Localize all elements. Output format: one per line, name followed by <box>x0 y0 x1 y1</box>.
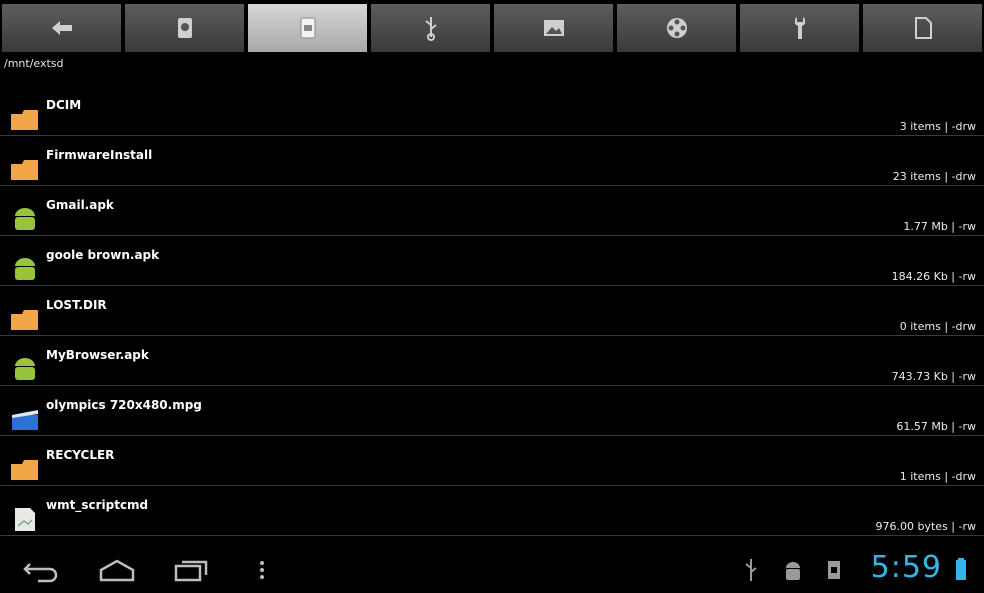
file-name: Gmail.apk <box>46 198 114 212</box>
file-list: DCIM 3 items | -drw FirmwareInstall 23 i… <box>0 86 984 536</box>
sd-card-active-icon <box>300 17 315 39</box>
file-name: wmt_scriptcmd <box>46 498 149 512</box>
folder-icon <box>11 110 38 130</box>
sd-card-icon <box>177 18 192 38</box>
folder-icon <box>11 160 38 180</box>
back-icon[interactable] <box>22 556 60 584</box>
file-name: goole brown.apk <box>46 248 160 262</box>
folder-icon <box>11 310 38 330</box>
file-meta: 0 items | -drw <box>899 320 976 333</box>
file-name: DCIM <box>46 98 82 112</box>
list-item[interactable]: goole brown.apk 184.26 Kb | -rw <box>0 236 984 286</box>
usb-status-icon <box>745 559 757 581</box>
tab-images[interactable] <box>492 4 615 52</box>
file-meta: 1.77 Mb | -rw <box>903 220 976 233</box>
current-path: /mnt/extsd <box>4 57 64 70</box>
file-name: MyBrowser.apk <box>46 348 149 362</box>
android-icon <box>15 358 35 380</box>
file-meta: 3 items | -drw <box>899 120 976 133</box>
overflow-menu-icon[interactable] <box>257 556 267 584</box>
tab-sd-card[interactable] <box>246 4 369 52</box>
list-item[interactable]: RECYCLER 1 items | -drw <box>0 436 984 486</box>
back-arrow-icon <box>51 21 72 35</box>
file-meta: 976.00 bytes | -rw <box>875 520 976 533</box>
film-reel-icon <box>666 18 687 38</box>
tab-videos[interactable] <box>615 4 738 52</box>
list-item[interactable]: olympics 720x480.mpg 61.57 Mb | -rw <box>0 386 984 436</box>
battery-icon <box>956 558 966 580</box>
android-icon <box>15 258 35 280</box>
file-name: LOST.DIR <box>46 298 107 312</box>
home-icon[interactable] <box>98 556 136 584</box>
file-meta: 1 items | -drw <box>899 470 976 483</box>
list-item[interactable]: MyBrowser.apk 743.73 Kb | -rw <box>0 336 984 386</box>
list-item[interactable]: wmt_scriptcmd 976.00 bytes | -rw <box>0 486 984 536</box>
usb-icon <box>424 17 437 41</box>
recent-apps-icon[interactable] <box>172 556 210 584</box>
tab-tools[interactable] <box>738 4 861 52</box>
tab-internal-storage[interactable] <box>123 4 246 52</box>
file-meta: 23 items | -drw <box>892 170 976 183</box>
file-meta: 184.26 Kb | -rw <box>891 270 976 283</box>
list-item[interactable]: DCIM 3 items | -drw <box>0 86 984 136</box>
file-meta: 61.57 Mb | -rw <box>896 420 976 433</box>
document-icon <box>914 17 932 39</box>
tab-back[interactable] <box>0 4 123 52</box>
android-icon <box>15 208 35 230</box>
tab-documents[interactable] <box>861 4 984 52</box>
file-meta: 743.73 Kb | -rw <box>891 370 976 383</box>
list-item[interactable]: LOST.DIR 0 items | -drw <box>0 286 984 336</box>
wrench-icon <box>794 17 805 39</box>
file-name: olympics 720x480.mpg <box>46 398 202 412</box>
toolbar <box>0 0 984 56</box>
folder-icon <box>11 460 38 480</box>
system-bar: 5:59 <box>0 548 984 593</box>
list-item[interactable]: Gmail.apk 1.77 Mb | -rw <box>0 186 984 236</box>
list-item[interactable]: FirmwareInstall 23 items | -drw <box>0 136 984 186</box>
text-file-icon <box>15 508 35 531</box>
file-name: FirmwareInstall <box>46 148 153 162</box>
clock: 5:59 <box>870 550 942 585</box>
android-debug-icon <box>786 562 800 580</box>
video-file-icon <box>12 410 38 430</box>
sd-card-status-icon <box>828 561 840 579</box>
tab-usb[interactable] <box>369 4 492 52</box>
image-icon <box>543 20 564 36</box>
file-name: RECYCLER <box>46 448 115 462</box>
